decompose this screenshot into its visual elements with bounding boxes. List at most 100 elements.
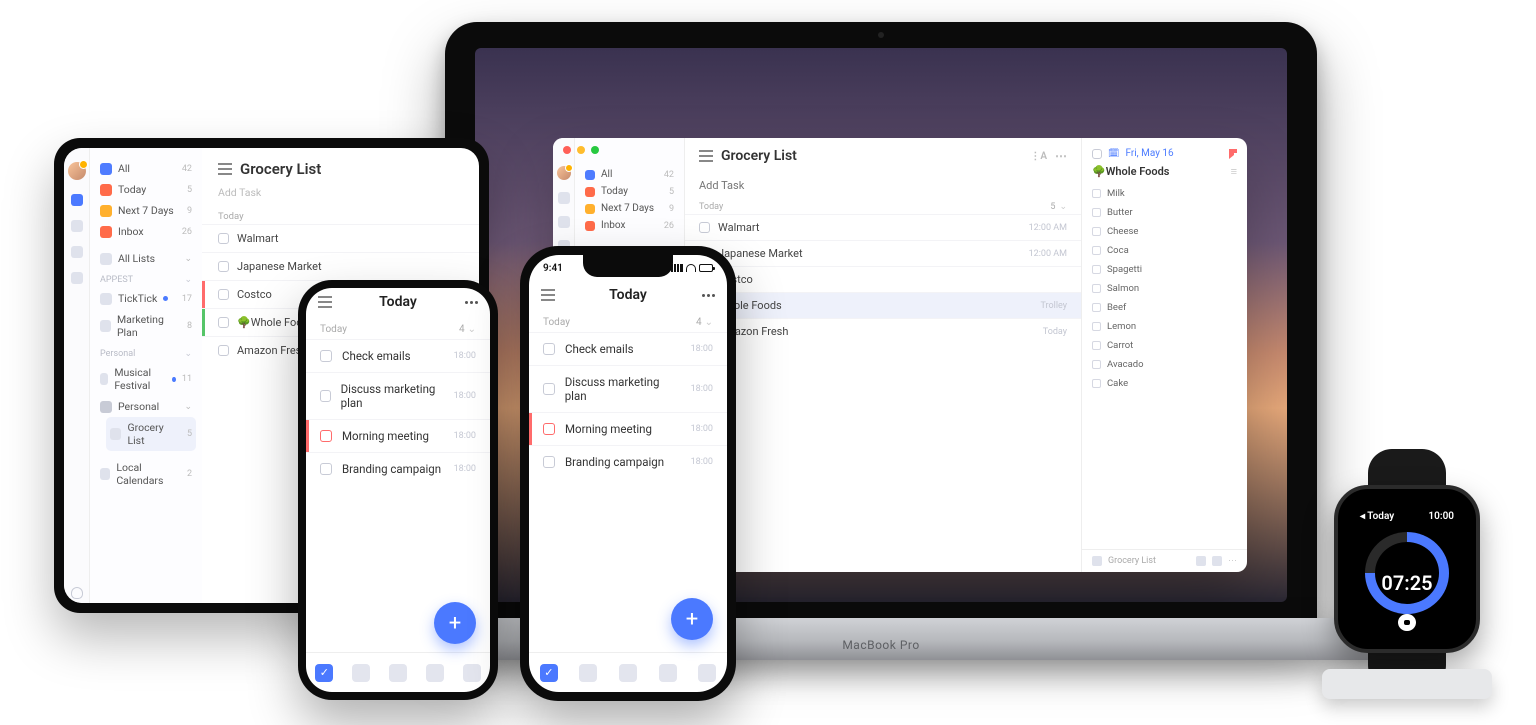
list-item-grocery[interactable]: Grocery List5 (106, 417, 196, 451)
task-row[interactable]: Whole FoodsTrolley (685, 292, 1081, 318)
task-row[interactable]: Check emails18:00 (306, 339, 490, 372)
subtask[interactable]: Beef (1092, 298, 1237, 317)
checkbox[interactable] (543, 383, 555, 395)
sidebar-item-inbox[interactable]: Inbox26 (581, 217, 678, 234)
task-row[interactable]: Japanese Market12:00 AM (685, 240, 1081, 266)
sidebar-item-next7[interactable]: Next 7 Days9 (581, 200, 678, 217)
menu-icon[interactable] (541, 289, 555, 301)
tab-calendar[interactable] (352, 664, 370, 682)
checkbox[interactable] (218, 261, 229, 272)
task-row[interactable]: Discuss marketing plan18:00 (529, 365, 727, 412)
sidebar-item-inbox[interactable]: Inbox26 (96, 221, 196, 242)
action-icon[interactable] (1212, 556, 1222, 566)
subtask[interactable]: Cake (1092, 374, 1237, 393)
list-item-ticktick[interactable]: TickTick17 (96, 288, 196, 309)
sidebar-item-today[interactable]: Today5 (96, 179, 196, 200)
list-item-musical[interactable]: Musical Festival11 (96, 362, 196, 396)
folder-personal[interactable]: Personal⌄ (96, 396, 196, 417)
checkbox[interactable] (1092, 189, 1101, 198)
tab-pomo[interactable] (389, 664, 407, 682)
window-controls[interactable] (563, 146, 599, 154)
more-icon[interactable]: ⋯ (1228, 556, 1237, 566)
sidebar-item-next7[interactable]: Next 7 Days9 (96, 200, 196, 221)
task-row[interactable]: Check emails18:00 (529, 332, 727, 365)
sidebar-item-today[interactable]: Today5 (581, 183, 678, 200)
calendar-icon[interactable] (71, 220, 83, 232)
checkbox[interactable] (543, 423, 555, 435)
task-row[interactable]: Costco (685, 266, 1081, 292)
checkbox[interactable] (320, 463, 332, 475)
add-task-input[interactable]: Add Task (202, 184, 479, 205)
subtask[interactable]: Avacado (1092, 355, 1237, 374)
tab-habit[interactable] (426, 664, 444, 682)
subtask[interactable]: Carrot (1092, 336, 1237, 355)
checkbox[interactable] (1092, 303, 1101, 312)
checkbox[interactable] (1092, 246, 1101, 255)
check-icon[interactable] (71, 194, 83, 206)
tab-settings[interactable] (463, 664, 481, 682)
checkbox[interactable] (543, 456, 555, 468)
checkbox[interactable] (1092, 265, 1101, 274)
task-row[interactable]: Walmart12:00 AM (685, 214, 1081, 240)
checkbox[interactable] (1092, 227, 1101, 236)
sidebar-item-all[interactable]: All42 (96, 158, 196, 179)
subtask[interactable]: Cheese (1092, 222, 1237, 241)
tab-pomo[interactable] (619, 664, 637, 682)
subtask[interactable]: Salmon (1092, 279, 1237, 298)
task-row[interactable]: Walmart (202, 224, 479, 252)
stop-button[interactable] (1398, 614, 1416, 631)
list-toggle-icon[interactable]: ≡ (1231, 165, 1237, 178)
section-appest[interactable]: APPEST⌄ (96, 269, 196, 288)
back-button[interactable]: ◂ Today (1360, 511, 1394, 522)
tab-settings[interactable] (698, 664, 716, 682)
action-icon[interactable] (1196, 556, 1206, 566)
tab-tasks[interactable] (540, 664, 558, 682)
checkbox[interactable] (218, 233, 229, 244)
checkbox[interactable] (218, 289, 229, 300)
list-item-marketing[interactable]: Marketing Plan8 (96, 309, 196, 343)
subtask[interactable]: Coca (1092, 241, 1237, 260)
maximize-icon[interactable] (591, 146, 599, 154)
search-icon[interactable] (71, 272, 83, 284)
sidebar-item-all[interactable]: All42 (581, 166, 678, 183)
calendar-icon[interactable] (558, 216, 570, 228)
checkbox[interactable] (320, 350, 332, 362)
checkbox[interactable] (1092, 208, 1101, 217)
menu-icon[interactable] (318, 296, 332, 308)
add-task-button[interactable]: + (671, 598, 713, 640)
subtask[interactable]: Milk (1092, 184, 1237, 203)
task-row[interactable]: Branding campaign18:00 (529, 445, 727, 478)
subtask[interactable]: Spagetti (1092, 260, 1237, 279)
task-row[interactable]: Morning meeting18:00 (529, 412, 727, 445)
sidebar-item-all-lists[interactable]: All Lists⌄ (96, 248, 196, 269)
check-icon[interactable] (558, 192, 570, 204)
close-icon[interactable] (563, 146, 571, 154)
more-icon[interactable] (465, 301, 478, 304)
checkbox[interactable] (699, 222, 710, 233)
minimize-icon[interactable] (577, 146, 585, 154)
avatar[interactable] (557, 166, 571, 180)
list-name[interactable]: Grocery List (1108, 556, 1156, 566)
checkbox[interactable] (1092, 379, 1101, 388)
task-row[interactable]: Morning meeting18:00 (306, 419, 490, 452)
avatar[interactable] (68, 162, 86, 180)
checkbox[interactable] (320, 390, 331, 402)
list-item-local-cal[interactable]: Local Calendars2 (96, 457, 196, 491)
tab-habit[interactable] (659, 664, 677, 682)
tab-tasks[interactable] (315, 664, 333, 682)
tab-calendar[interactable] (579, 664, 597, 682)
checkbox[interactable] (1092, 341, 1101, 350)
task-row[interactable]: Japanese Market (202, 252, 479, 280)
more-icon[interactable] (702, 294, 715, 297)
checkbox[interactable] (1092, 284, 1101, 293)
checkbox[interactable] (543, 343, 555, 355)
checkbox[interactable] (1092, 360, 1101, 369)
subtask[interactable]: Butter (1092, 203, 1237, 222)
task-row[interactable]: Discuss marketing plan18:00 (306, 372, 490, 419)
section-personal[interactable]: Personal⌄ (96, 343, 196, 362)
add-task-input[interactable] (685, 174, 1081, 196)
task-row[interactable]: Branding campaign18:00 (306, 452, 490, 485)
checkbox[interactable] (1092, 322, 1101, 331)
subtask[interactable]: Lemon (1092, 317, 1237, 336)
task-row[interactable]: Amazon FreshToday (685, 318, 1081, 344)
